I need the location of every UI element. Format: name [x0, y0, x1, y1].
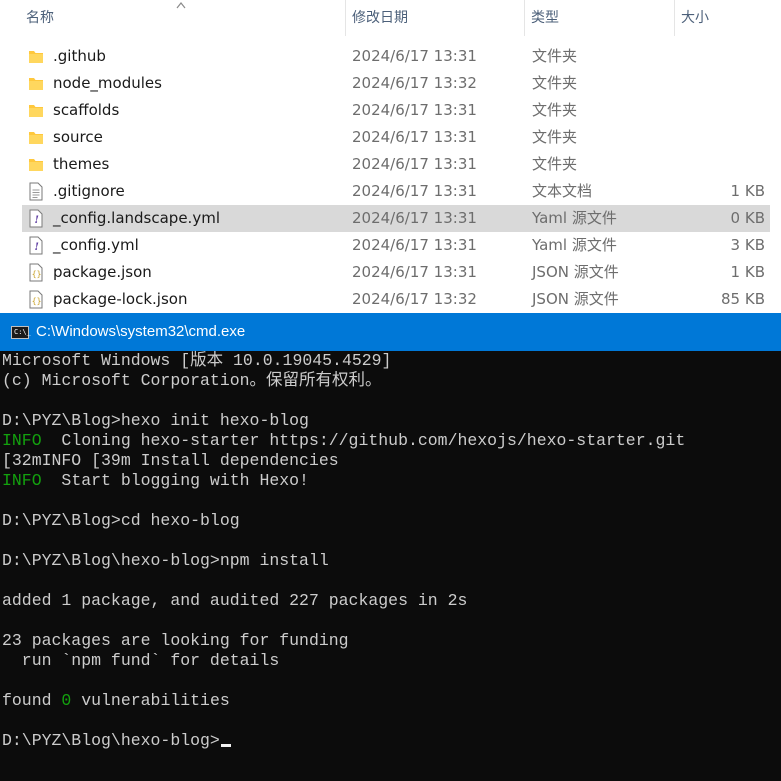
file-date: 2024/6/17 13:31: [352, 128, 477, 146]
file-name: .gitignore: [53, 182, 125, 200]
file-date: 2024/6/17 13:31: [352, 209, 477, 227]
console-line: 23 packages are looking for funding: [2, 631, 349, 650]
file-size: 85 KB: [721, 290, 765, 308]
cmd-title: C:\Windows\system32\cmd.exe: [36, 323, 246, 340]
console-prompt: D:\PYZ\Blog\hexo-blog>: [2, 731, 220, 750]
folder-icon: [28, 74, 44, 93]
console-prompt-line[interactable]: D:\PYZ\Blog\hexo-blog>: [2, 731, 231, 751]
folder-icon: [28, 101, 44, 120]
file-type: 文件夹: [532, 155, 578, 173]
file-row[interactable]: {} package.json 2024/6/17 13:31 JSON 源文件 1 K…: [22, 259, 770, 286]
vulnerability-count: 0: [61, 691, 72, 710]
column-name[interactable]: 名称: [20, 0, 345, 36]
console-output[interactable]: Microsoft Windows [版本 10.0.19045.4529] (…: [2, 351, 781, 781]
file-date: 2024/6/17 13:31: [352, 155, 477, 173]
file-row[interactable]: {} package-lock.json 2024/6/17 13:32 JSON 源…: [22, 286, 770, 313]
console-line: INFO Start blogging with Hexo!: [2, 471, 309, 491]
folder-row[interactable]: scaffolds 2024/6/17 13:31 文件夹: [22, 97, 770, 124]
file-date: 2024/6/17 13:32: [352, 74, 477, 92]
column-size[interactable]: 大小: [674, 0, 781, 36]
folder-icon: [28, 47, 44, 66]
console-line: INFO Cloning hexo-starter https://github…: [2, 431, 685, 451]
column-type[interactable]: 类型: [524, 0, 674, 36]
json-file-icon: {}: [28, 290, 44, 309]
console-text: Cloning hexo-starter https://github.com/…: [41, 431, 686, 450]
text-cursor: [220, 744, 231, 747]
file-date: 2024/6/17 13:32: [352, 290, 477, 308]
cmd-window[interactable]: C:\_ C:\Windows\system32\cmd.exe Microso…: [0, 313, 781, 781]
json-file-icon: {}: [28, 263, 44, 282]
yaml-file-icon: !: [28, 236, 44, 255]
folder-row[interactable]: node_modules 2024/6/17 13:32 文件夹: [22, 70, 770, 97]
text-file-icon: [28, 182, 44, 201]
file-type: 文件夹: [532, 74, 578, 92]
console-line: D:\PYZ\Blog\hexo-blog>npm install: [2, 551, 329, 570]
file-name: package.json: [53, 263, 152, 281]
file-row[interactable]: ! _config.yml 2024/6/17 13:31 Yaml 源文件 3 KB: [22, 232, 770, 259]
file-name: _config.landscape.yml: [53, 209, 220, 227]
file-row[interactable]: ! _config.landscape.yml 2024/6/17 13:31 Yam…: [22, 205, 770, 232]
cmd-icon[interactable]: C:\_: [11, 326, 31, 339]
file-size: 0 KB: [730, 209, 765, 227]
file-type: 文件夹: [532, 101, 578, 119]
file-explorer: 名称 修改日期 类型 大小 .github 2024/6/17 13:31 文件夹 n…: [0, 0, 781, 313]
file-type: 文本文档: [532, 182, 593, 200]
console-line: run `npm fund` for details: [2, 651, 280, 670]
file-name: _config.yml: [53, 236, 139, 254]
file-name: scaffolds: [53, 101, 120, 119]
file-size: 1 KB: [730, 182, 765, 200]
folder-row[interactable]: .github 2024/6/17 13:31 文件夹: [22, 43, 770, 70]
console-line: found 0 vulnerabilities: [2, 691, 230, 711]
file-name: source: [53, 128, 103, 146]
file-type: 文件夹: [532, 47, 578, 65]
file-name: node_modules: [53, 74, 162, 92]
folder-row[interactable]: themes 2024/6/17 13:31 文件夹: [22, 151, 770, 178]
svg-text:{}: {}: [32, 297, 42, 306]
console-line: [32mINFO [39m Install dependencies: [2, 451, 339, 470]
file-type: JSON 源文件: [532, 263, 619, 281]
console-line: added 1 package, and audited 227 package…: [2, 591, 468, 610]
yaml-file-icon: !: [28, 209, 44, 228]
file-size: 1 KB: [730, 263, 765, 281]
file-name: .github: [53, 47, 106, 65]
svg-text:!: !: [35, 242, 39, 253]
console-text: found: [2, 691, 62, 710]
folder-row[interactable]: source 2024/6/17 13:31 文件夹: [22, 124, 770, 151]
file-row[interactable]: .gitignore 2024/6/17 13:31 文本文档 1 KB: [22, 178, 770, 205]
file-date: 2024/6/17 13:31: [352, 101, 477, 119]
file-type: 文件夹: [532, 128, 578, 146]
file-date: 2024/6/17 13:31: [352, 263, 477, 281]
file-name: themes: [53, 155, 110, 173]
folder-icon: [28, 128, 44, 147]
svg-text:{}: {}: [32, 270, 42, 279]
console-line: D:\PYZ\Blog>hexo init hexo-blog: [2, 411, 309, 430]
column-date-modified[interactable]: 修改日期: [345, 0, 524, 36]
file-type: Yaml 源文件: [532, 236, 617, 254]
file-date: 2024/6/17 13:31: [352, 182, 477, 200]
file-name: package-lock.json: [53, 290, 188, 308]
folder-icon: [28, 155, 44, 174]
svg-text:!: !: [35, 215, 39, 226]
column-header: 名称 修改日期 类型 大小: [0, 0, 781, 36]
cmd-titlebar[interactable]: C:\_ C:\Windows\system32\cmd.exe: [0, 313, 781, 351]
file-type: JSON 源文件: [532, 290, 619, 308]
info-tag: INFO: [2, 471, 42, 490]
info-tag: INFO: [2, 431, 42, 450]
file-date: 2024/6/17 13:31: [352, 236, 477, 254]
file-type: Yaml 源文件: [532, 209, 617, 227]
console-line: Microsoft Windows [版本 10.0.19045.4529]: [2, 351, 392, 370]
console-text: Start blogging with Hexo!: [41, 471, 309, 490]
console-line: D:\PYZ\Blog>cd hexo-blog: [2, 511, 240, 530]
file-size: 3 KB: [730, 236, 765, 254]
file-date: 2024/6/17 13:31: [352, 47, 477, 65]
console-text: vulnerabilities: [71, 691, 230, 710]
console-line: (c) Microsoft Corporation。保留所有权利。: [2, 371, 382, 390]
